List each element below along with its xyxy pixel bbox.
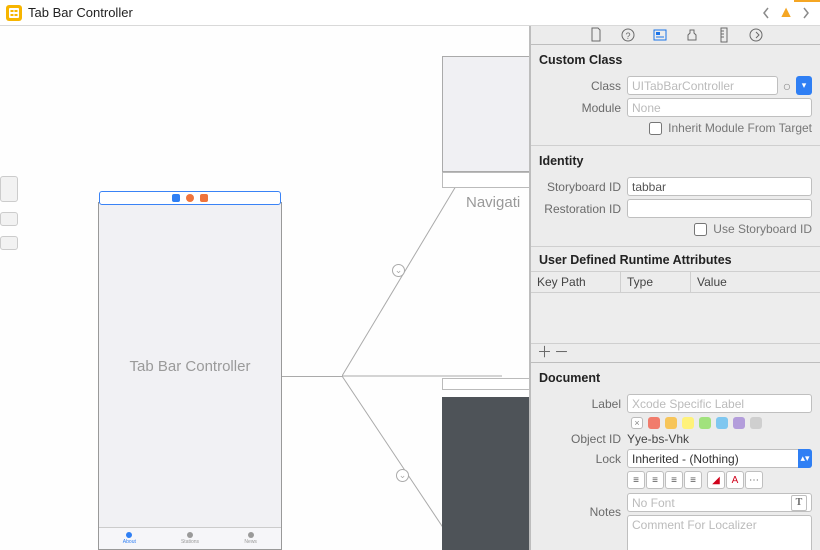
tab-attributes-inspector[interactable] bbox=[683, 26, 701, 44]
section-title: Custom Class bbox=[539, 51, 812, 73]
secondary-scene-body-stub[interactable] bbox=[442, 397, 530, 550]
class-field[interactable] bbox=[627, 76, 778, 95]
restoration-id-field[interactable] bbox=[627, 199, 812, 218]
section-title: Document bbox=[539, 369, 812, 391]
lock-label: Lock bbox=[539, 452, 621, 466]
inherit-module-checkbox[interactable] bbox=[649, 122, 662, 135]
udra-col-keypath[interactable]: Key Path bbox=[531, 272, 621, 292]
label-color-swatch[interactable] bbox=[750, 417, 762, 429]
document-section: Document Label × Object ID Yye-bs-Vhk Lo… bbox=[531, 363, 820, 550]
restoration-id-label: Restoration ID bbox=[539, 202, 621, 216]
udra-table-body[interactable] bbox=[531, 293, 820, 343]
font-picker-icon[interactable]: T bbox=[791, 495, 807, 511]
use-storyboard-id-label: Use Storyboard ID bbox=[713, 222, 812, 236]
nav-forward-button[interactable] bbox=[798, 3, 814, 23]
identity-inspector-panel: ? Custom Class Class ○ ▾ bbox=[530, 26, 820, 550]
segue-indicator-icon[interactable]: ⌄ bbox=[396, 469, 409, 482]
align-center-button[interactable]: ≡ bbox=[646, 471, 664, 489]
secondary-scene-header-stub[interactable] bbox=[442, 378, 530, 390]
segue-indicator-icon[interactable]: ⌄ bbox=[392, 264, 405, 277]
udra-add-button[interactable]: ＋ bbox=[537, 347, 552, 359]
align-left-button[interactable]: ≡ bbox=[627, 471, 645, 489]
tab-size-inspector[interactable] bbox=[715, 26, 733, 44]
class-dropdown-button[interactable]: ▾ bbox=[796, 76, 812, 95]
label-color-swatches: × bbox=[631, 417, 812, 429]
udra-table-header: Key Path Type Value bbox=[531, 271, 820, 293]
nav-controller-title: Navigati bbox=[466, 194, 520, 211]
nav-controller-header-stub[interactable] bbox=[442, 172, 530, 188]
notes-font-field[interactable]: No Font T bbox=[627, 493, 812, 512]
notes-formatting-toolbar: ≡ ≡ ≡ ≡ ◢ A ⋯ bbox=[627, 471, 812, 490]
label-color-swatch[interactable] bbox=[716, 417, 728, 429]
inspector-tab-strip: ? bbox=[531, 26, 820, 45]
tab-connections-inspector[interactable] bbox=[747, 26, 765, 44]
scene-selection-header[interactable] bbox=[99, 191, 281, 205]
label-color-swatch[interactable] bbox=[665, 417, 677, 429]
label-color-swatch[interactable]: × bbox=[631, 417, 643, 429]
label-color-swatch[interactable] bbox=[682, 417, 694, 429]
custom-class-section: Custom Class Class ○ ▾ Module bbox=[531, 45, 820, 146]
objectid-label: Object ID bbox=[539, 432, 621, 446]
align-justify-button[interactable]: ≡ bbox=[684, 471, 702, 489]
storyboard-id-field[interactable] bbox=[627, 177, 812, 196]
localizer-comment-field[interactable]: Comment For Localizer bbox=[627, 515, 812, 550]
document-label-field[interactable] bbox=[627, 394, 812, 413]
section-title: Identity bbox=[539, 152, 812, 174]
class-label: Class bbox=[539, 79, 621, 93]
storyboard-id-label: Storyboard ID bbox=[539, 180, 621, 194]
inherit-module-label: Inherit Module From Target bbox=[668, 121, 812, 135]
tab-item-about: About bbox=[99, 528, 160, 549]
nav-controller-scene[interactable] bbox=[442, 56, 530, 172]
scene-app-icon bbox=[172, 194, 180, 202]
class-clear-icon[interactable]: ○ bbox=[780, 76, 794, 95]
nav-back-button[interactable] bbox=[758, 3, 774, 23]
document-label-label: Label bbox=[539, 397, 621, 411]
module-label: Module bbox=[539, 101, 621, 115]
udra-col-value[interactable]: Value bbox=[691, 272, 820, 292]
tab-identity-inspector[interactable] bbox=[651, 26, 669, 44]
svg-text:?: ? bbox=[625, 31, 630, 41]
lock-select[interactable]: Inherited - (Nothing) ▴▾ bbox=[627, 449, 812, 468]
tab-bar-preview: About Stations News bbox=[99, 527, 281, 549]
breadcrumb-title[interactable]: Tab Bar Controller bbox=[28, 5, 133, 20]
text-color-button[interactable]: ◢ bbox=[707, 471, 725, 489]
segue-line-root bbox=[282, 376, 342, 377]
section-title: User Defined Runtime Attributes bbox=[531, 247, 820, 271]
storyboard-canvas[interactable]: Tab Bar Controller About Stations News ⌄… bbox=[0, 26, 530, 550]
storyboard-doc-icon bbox=[6, 5, 22, 21]
tab-file-inspector[interactable] bbox=[587, 26, 605, 44]
objectid-value: Yye-bs-Vhk bbox=[627, 432, 689, 446]
tabbar-controller-scene[interactable]: Tab Bar Controller About Stations News bbox=[98, 202, 282, 550]
identity-section: Identity Storyboard ID Restoration ID Us… bbox=[531, 146, 820, 247]
udra-col-type[interactable]: Type bbox=[621, 272, 691, 292]
tab-item-news: News bbox=[220, 528, 281, 549]
align-right-button[interactable]: ≡ bbox=[665, 471, 683, 489]
warning-icon[interactable]: ▲ bbox=[778, 4, 794, 22]
tab-quick-help[interactable]: ? bbox=[619, 26, 637, 44]
more-formatting-button[interactable]: ⋯ bbox=[745, 471, 763, 489]
label-color-swatch[interactable] bbox=[648, 417, 660, 429]
scene-exit-icon bbox=[200, 194, 208, 202]
text-style-button[interactable]: A bbox=[726, 471, 744, 489]
label-color-swatch[interactable] bbox=[733, 417, 745, 429]
tab-item-stations: Stations bbox=[160, 528, 221, 549]
offscreen-scene-preview bbox=[0, 176, 18, 376]
breadcrumb-bar: Tab Bar Controller ▲ bbox=[0, 0, 820, 26]
label-color-swatch[interactable] bbox=[699, 417, 711, 429]
udra-section: User Defined Runtime Attributes Key Path… bbox=[531, 247, 820, 363]
scene-first-responder-icon bbox=[186, 194, 194, 202]
notes-label: Notes bbox=[539, 505, 621, 519]
scene-title-label: Tab Bar Controller bbox=[99, 358, 281, 375]
udra-remove-button[interactable]: － bbox=[554, 347, 569, 359]
module-field[interactable] bbox=[627, 98, 812, 117]
use-storyboard-id-checkbox[interactable] bbox=[694, 223, 707, 236]
